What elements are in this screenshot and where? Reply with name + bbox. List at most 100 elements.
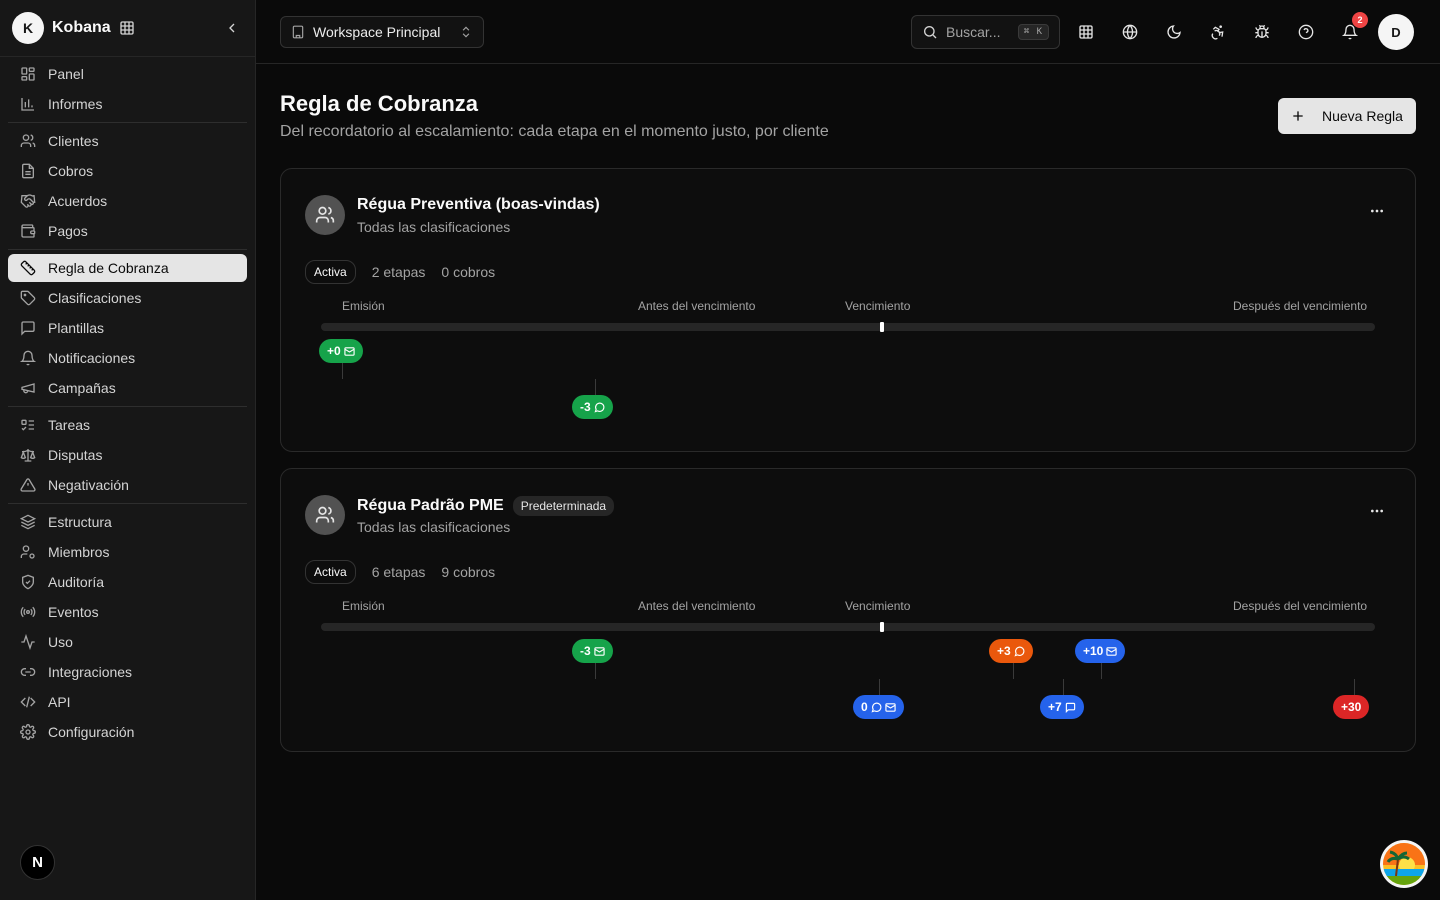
timeline-stem [1101,663,1102,679]
sms-icon [1065,702,1075,713]
sidebar-item-uso[interactable]: Uso [8,628,247,656]
sidebar-divider [8,122,247,123]
timeline-step[interactable]: -3 [572,639,613,663]
sidebar-item-clientes[interactable]: Clientes [8,127,247,155]
brand-avatar: K [12,12,44,44]
page-subtitle: Del recordatorio al escalamiento: cada e… [280,123,829,140]
sidebar-item-api[interactable]: API [8,688,247,716]
accessibility-icon[interactable] [1202,16,1234,48]
grid-icon [119,20,135,36]
brand[interactable]: K Kobana [12,12,244,44]
sidebar-item-informes[interactable]: Informes [8,90,247,118]
sidebar-item-panel[interactable]: Panel [8,60,247,88]
new-rule-label: Nueva Regla [1322,108,1403,124]
sidebar-item-label: Estructura [48,514,112,530]
users-icon [305,495,345,535]
moon-icon[interactable] [1158,16,1190,48]
sidebar-item-label: Tareas [48,417,91,433]
workspace-select[interactable]: Workspace Principal [280,16,484,48]
sidebar-item-eventos[interactable]: Eventos [8,598,247,626]
code-icon [20,694,36,710]
notifications-button[interactable]: 2 [1334,12,1368,48]
sidebar-item-configuracion[interactable]: Configuración [8,718,247,746]
sidebar-item-label: Configuración [48,724,135,740]
users-icon [305,195,345,235]
sidebar-item-label: Uso [48,634,73,650]
shield-check-icon [20,574,36,590]
timeline-track [321,623,1375,631]
step-offset: +30 [1341,700,1362,714]
sidebar-item-negativacion[interactable]: Negativación [8,471,247,499]
rule-name-row: Régua Padrão PME Predeterminada [357,496,615,516]
new-rule-button[interactable]: Nueva Regla [1278,98,1416,134]
sidebar-divider [8,249,247,250]
bar-chart-icon [20,96,36,112]
sidebar-item-label: Disputas [48,447,103,463]
search-input[interactable]: Buscar... ⌘ K [911,15,1060,49]
timeline-step[interactable]: +0 [319,339,363,363]
profile-avatar-button[interactable] [1380,840,1428,888]
more-horizontal-icon[interactable] [1369,503,1385,519]
sidebar-item-clasificaciones[interactable]: Clasificaciones [8,284,247,312]
globe-icon[interactable] [1114,16,1146,48]
sidebar-item-campanas[interactable]: Campañas [8,374,247,402]
more-horizontal-icon[interactable] [1369,203,1385,219]
plus-icon [1290,108,1306,124]
beach-avatar-icon [1383,843,1425,885]
rule-card[interactable]: Régua Preventiva (boas-vindas) Todas las… [280,168,1416,452]
sidebar-item-integraciones[interactable]: Integraciones [8,658,247,686]
sidebar-item-label: Acuerdos [48,193,108,209]
page-title: Regla de Cobranza [280,91,479,116]
chevron-left-icon[interactable] [224,20,240,36]
building-icon [291,25,305,39]
sidebar-item-label: Campañas [48,380,116,396]
sidebar-item-acuerdos[interactable]: Acuerdos [8,187,247,215]
handshake-icon [20,193,36,209]
sidebar-item-auditoria[interactable]: Auditoría [8,568,247,596]
timeline-stem [1013,663,1014,679]
timeline-stem [879,679,880,695]
mail-icon [885,702,896,712]
sidebar-item-notificaciones[interactable]: Notificaciones [8,344,247,372]
help-icon[interactable] [1290,16,1322,48]
chevrons-up-down-icon [459,25,473,39]
due-date-marker [880,322,884,332]
sidebar-item-cobros[interactable]: Cobros [8,157,247,185]
next-dev-badge[interactable]: N [20,845,55,880]
alert-triangle-icon [20,477,36,493]
sidebar-divider [8,503,247,504]
timeline-step[interactable]: 0 [853,695,904,719]
sidebar-item-tareas[interactable]: Tareas [8,411,247,439]
sidebar-item-label: Clientes [48,133,99,149]
sidebar-item-miembros[interactable]: Miembros [8,538,247,566]
mail-icon [1106,646,1118,656]
timeline-step[interactable]: +7 [1040,695,1084,719]
timeline-step[interactable]: +30 [1333,695,1370,719]
timeline-step[interactable]: +3 [989,639,1033,663]
table-icon[interactable] [1070,16,1102,48]
user-cog-icon [20,544,36,560]
user-avatar[interactable]: D [1378,14,1414,50]
rule-card[interactable]: Régua Padrão PME Predeterminada Todas la… [280,468,1416,752]
search-placeholder: Buscar... [946,24,1001,40]
whatsapp-icon [1014,646,1025,657]
search-shortcut: ⌘ K [1017,24,1049,40]
sidebar-item-estructura[interactable]: Estructura [8,508,247,536]
timeline-stem [595,663,596,679]
timeline-step[interactable]: +10 [1075,639,1126,663]
sidebar-item-label: Cobros [48,163,94,179]
bug-icon[interactable] [1246,16,1278,48]
timeline-track [321,323,1375,331]
sidebar-item-label: Clasificaciones [48,290,142,306]
sidebar-item-pagos[interactable]: Pagos [8,217,247,245]
notification-count-badge: 2 [1352,12,1368,28]
sidebar-item-plantillas[interactable]: Plantillas [8,314,247,342]
status-badge: Activa [305,260,356,284]
status-badge: Activa [305,560,356,584]
message-square-icon [20,320,36,336]
timeline-step[interactable]: -3 [572,395,613,419]
sidebar-item-regla-de-cobranza[interactable]: Regla de Cobranza [8,254,247,282]
timeline-stem [1354,679,1355,695]
list-todo-icon [20,417,36,433]
sidebar-item-disputas[interactable]: Disputas [8,441,247,469]
